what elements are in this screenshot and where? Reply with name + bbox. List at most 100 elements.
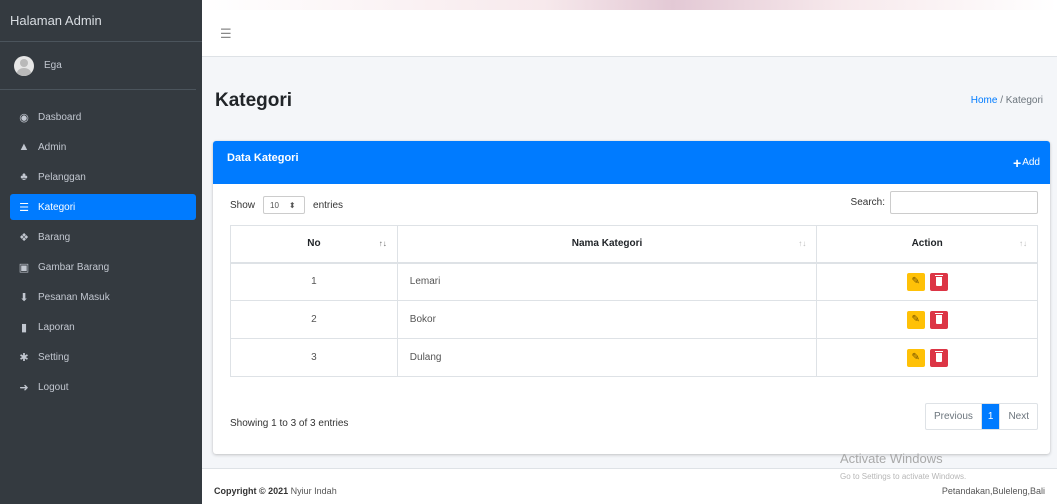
sidebar-item-label: Laporan: [38, 321, 75, 333]
header-banner: [202, 0, 1057, 10]
user-name: Ega: [44, 60, 62, 71]
breadcrumb-separator: /: [1000, 95, 1003, 106]
entries-length-value: 10: [270, 200, 279, 210]
breadcrumb-current: Kategori: [1005, 95, 1043, 106]
table-info: Showing 1 to 3 of 3 entries: [230, 418, 349, 429]
sidebar-item-label: Gambar Barang: [38, 261, 110, 273]
table-row: 2 Bokor ✎: [230, 300, 1038, 339]
image-icon: ▣: [18, 261, 30, 274]
footer-address: Petandakan,Buleleng,Bali: [941, 486, 1045, 496]
sidebar-item-barang[interactable]: ❖ Barang: [10, 224, 196, 250]
select-arrows-icon: ⬍: [288, 200, 296, 210]
sidebar-nav: ◉ Dasboard ▲ Admin ♣ Pelanggan ☰ Kategor…: [0, 90, 202, 400]
cell-nama-kategori: Lemari: [396, 262, 818, 301]
add-button-label: Add: [1022, 157, 1040, 168]
breadcrumb-home[interactable]: Home: [971, 95, 998, 106]
hamburger-icon[interactable]: ☰: [220, 26, 232, 42]
card-header: Data Kategori + Add: [213, 141, 1050, 184]
search-input[interactable]: [890, 191, 1038, 214]
search-label: Search:: [850, 197, 885, 208]
sidebar-item-gambar-barang[interactable]: ▣ Gambar Barang: [10, 254, 196, 280]
table-row: 1 Lemari ✎: [230, 262, 1038, 301]
file-icon: ▮: [20, 321, 28, 334]
table-row: 3 Dulang ✎: [230, 338, 1038, 377]
copyright-name: Nyiur Indah: [290, 486, 337, 496]
gear-icon: ✱: [19, 351, 29, 364]
column-header-label: Action: [911, 238, 943, 250]
tachometer-icon: ◉: [19, 111, 29, 124]
cubes-icon: ❖: [19, 231, 29, 244]
column-header-label: Nama Kategori: [571, 238, 643, 250]
kategori-table: No ↑↓ Nama Kategori ↑↓ Action ↑↓ 1 Lemar…: [230, 225, 1038, 377]
sidebar-item-setting[interactable]: ✱ Setting: [10, 344, 196, 370]
sidebar-item-pelanggan[interactable]: ♣ Pelanggan: [10, 164, 196, 190]
trash-icon: [934, 313, 943, 324]
user-panel[interactable]: Ega: [0, 42, 196, 90]
cell-no: 3: [230, 338, 398, 377]
plus-icon: +: [1013, 154, 1022, 171]
entries-label: entries: [313, 199, 344, 211]
pagination: Previous 1 Next: [924, 403, 1038, 430]
edit-icon: ✎: [911, 276, 920, 288]
sidebar-item-pesanan-masuk[interactable]: ⬇ Pesanan Masuk: [10, 284, 196, 310]
page-title: Kategori: [215, 90, 293, 111]
sort-icon: ↑↓: [798, 239, 807, 248]
column-header-label: No: [307, 238, 321, 250]
edit-icon: ✎: [911, 314, 920, 325]
edit-icon: ✎: [911, 352, 920, 363]
download-icon: ⬇: [19, 291, 29, 304]
delete-button[interactable]: [929, 272, 948, 291]
copyright: Copyright © 2021 Nyiur Indah: [214, 486, 337, 496]
length-control: Show 10 ⬍ entries: [230, 196, 343, 214]
cell-no: 1: [230, 262, 398, 301]
sidebar-item-label: Kategori: [38, 201, 76, 213]
activate-windows-title: Activate Windows: [840, 451, 943, 466]
column-header-no[interactable]: No ↑↓: [230, 225, 398, 264]
cell-action: ✎: [816, 262, 1038, 301]
edit-button[interactable]: ✎: [906, 310, 925, 329]
table-header-row: No ↑↓ Nama Kategori ↑↓ Action ↑↓: [230, 225, 1038, 264]
cell-nama-kategori: Bokor: [396, 300, 818, 339]
cell-nama-kategori: Dulang: [396, 338, 818, 377]
page-1-button[interactable]: 1: [981, 404, 1000, 429]
previous-button[interactable]: Previous: [926, 404, 982, 429]
column-header-action[interactable]: Action ↑↓: [816, 225, 1038, 264]
show-label: Show: [230, 199, 256, 211]
edit-button[interactable]: ✎: [906, 348, 925, 367]
add-button[interactable]: + Add: [1013, 155, 1040, 171]
cell-action: ✎: [816, 300, 1038, 339]
sidebar-item-admin[interactable]: ▲ Admin: [10, 134, 196, 160]
sidebar-item-label: Admin: [38, 141, 67, 153]
user-icon: ▲: [18, 141, 30, 153]
delete-button[interactable]: [929, 310, 948, 329]
trash-icon: [934, 351, 943, 362]
sidebar-item-label: Logout: [38, 381, 69, 393]
sidebar-item-kategori[interactable]: ☰ Kategori: [10, 194, 196, 220]
top-navbar: ☰: [202, 0, 1057, 57]
sign-out-icon: ➜: [19, 381, 29, 394]
sidebar-item-label: Pesanan Masuk: [38, 291, 110, 303]
sidebar-item-label: Dasboard: [38, 111, 82, 123]
list-icon: ☰: [19, 201, 29, 214]
trash-icon: [934, 275, 943, 287]
users-icon: ♣: [20, 171, 28, 183]
sidebar-item-label: Setting: [38, 351, 70, 363]
sort-asc-icon: ↑↓: [378, 239, 387, 248]
avatar: [14, 55, 34, 76]
brand-title[interactable]: Halaman Admin: [0, 0, 202, 42]
next-button[interactable]: Next: [999, 404, 1037, 429]
copyright-prefix: Copyright © 2021: [214, 486, 289, 496]
sidebar-item-logout[interactable]: ➜ Logout: [10, 374, 196, 400]
card-title: Data Kategori: [227, 151, 299, 164]
entries-length-select[interactable]: 10 ⬍: [263, 196, 306, 214]
delete-button[interactable]: [929, 348, 948, 367]
sidebar: Halaman Admin Ega ◉ Dasboard ▲ Admin ♣ P…: [0, 0, 202, 504]
data-kategori-card: Data Kategori + Add Show 10 ⬍ entries Se…: [213, 141, 1050, 454]
sidebar-item-label: Barang: [38, 231, 71, 243]
sort-icon: ↑↓: [1019, 239, 1027, 248]
cell-no: 2: [230, 300, 398, 339]
sidebar-item-dasboard[interactable]: ◉ Dasboard: [10, 104, 196, 130]
edit-button[interactable]: ✎: [906, 272, 925, 291]
column-header-nama-kategori[interactable]: Nama Kategori ↑↓: [396, 225, 818, 264]
sidebar-item-laporan[interactable]: ▮ Laporan: [10, 314, 196, 340]
